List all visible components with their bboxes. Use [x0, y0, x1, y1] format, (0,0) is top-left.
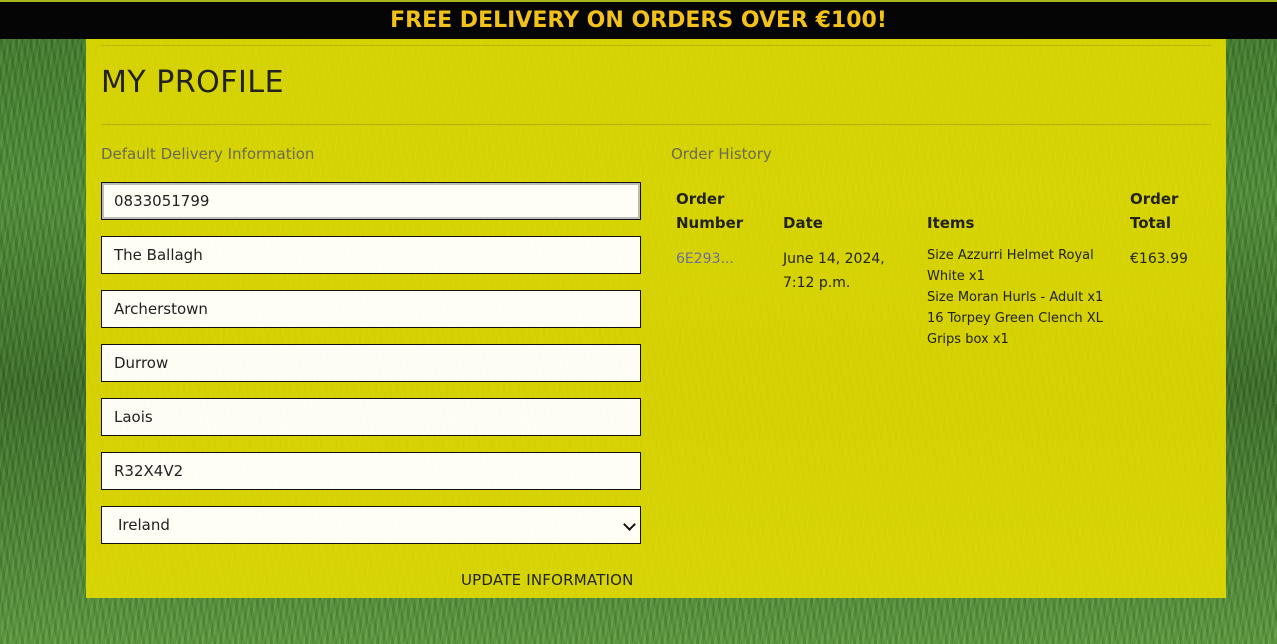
phone-number-field[interactable]: 0833051799 — [101, 182, 641, 220]
column-header-date: Date — [783, 214, 823, 232]
column-header-items: Items — [927, 214, 975, 232]
order-total-cell: €163.99 — [1130, 251, 1188, 267]
column-header-order-number: Order Number — [676, 190, 744, 232]
profile-panel: MY PROFILE Default Delivery Information … — [86, 39, 1226, 598]
order-date-cell: June 14, 2024, 7:12 p.m. — [783, 251, 885, 291]
delivery-info-form: 0833051799 The Ballagh Archerstown Durro… — [101, 182, 641, 560]
column-header-order-total: Order Total — [1130, 190, 1179, 232]
country-select-value: Ireland — [118, 516, 170, 534]
delivery-promo-banner: FREE DELIVERY ON ORDERS OVER €100! — [0, 0, 1277, 39]
country-select[interactable]: Ireland — [101, 506, 641, 544]
town-city-field[interactable]: Durrow — [101, 344, 641, 382]
order-item: 16 Torpey Green Clench XL Grips box x1 — [927, 311, 1103, 347]
update-information-button[interactable]: UPDATE INFORMATION — [461, 571, 634, 589]
street-address-1-field[interactable]: The Ballagh — [101, 236, 641, 274]
delivery-info-heading: Default Delivery Information — [101, 145, 315, 163]
order-history-heading: Order History — [671, 145, 772, 163]
postcode-field[interactable]: R32X4V2 — [101, 452, 641, 490]
page-title: MY PROFILE — [101, 65, 285, 100]
title-divider — [101, 124, 1211, 125]
order-items-cell: Size Azzurri Helmet Royal White x1 Size … — [922, 241, 1125, 350]
chevron-down-icon — [623, 518, 636, 531]
table-row: 6E293... June 14, 2024, 7:12 p.m. Size A… — [671, 241, 1211, 350]
street-address-2-field[interactable]: Archerstown — [101, 290, 641, 328]
county-field[interactable]: Laois — [101, 398, 641, 436]
order-number-cell: 6E293... — [671, 241, 778, 350]
order-table-header: Order Number Date Items Order Total — [671, 187, 1211, 241]
order-item: Size Azzurri Helmet Royal White x1 — [927, 248, 1094, 284]
order-item: Size Moran Hurls - Adult x1 — [927, 290, 1104, 305]
panel-divider-top — [101, 45, 1211, 46]
order-number-link[interactable]: 6E293... — [676, 251, 734, 267]
order-history-table: Order Number Date Items Order Total 6E29… — [671, 187, 1211, 350]
promo-banner-text: FREE DELIVERY ON ORDERS OVER €100! — [390, 8, 887, 33]
